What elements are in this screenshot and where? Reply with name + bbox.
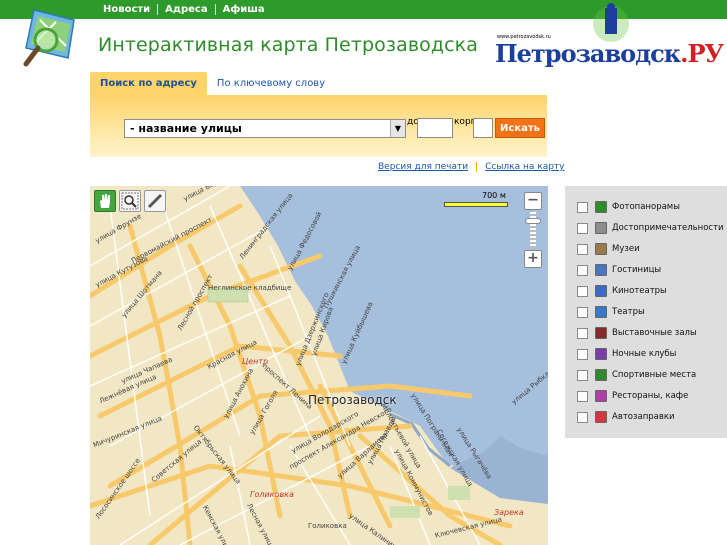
page-title: Интерактивная карта Петрозаводска [98,34,478,56]
top-nav: Новости Адреса Афиша [96,0,272,19]
layer-label: Театры [612,307,645,317]
layer-label: Достопримечательности [612,223,724,233]
map-label-golikovka-small: Голиковка [308,522,347,530]
layer-checkbox[interactable] [577,201,588,213]
nav-news[interactable]: Новости [96,4,157,15]
house-input[interactable] [417,118,453,138]
layer-item-restaurants[interactable]: Рестораны, кафе [577,389,688,403]
zoom-area-tool-button[interactable] [119,190,141,212]
map-links: Версия для печати Ссылка на карту [378,162,565,172]
map-scale-label: 700 м [482,191,506,200]
layer-checkbox[interactable] [577,369,588,381]
ruler-tool-button[interactable] [144,190,166,212]
layer-item-cinemas[interactable]: Кинотеатры [577,284,667,298]
layer-checkbox[interactable] [577,306,588,318]
link-separator [476,162,478,172]
city-map[interactable]: 700 м − + Неглинское кладбище улица Варк… [90,186,548,545]
zoom-slider-thumb[interactable] [525,218,541,224]
layer-label: Кинотеатры [612,286,667,296]
layer-checkbox[interactable] [577,348,588,360]
street-select-value: - название улицы [130,122,242,135]
museum-icon [595,243,607,255]
layer-checkbox[interactable] [577,411,588,423]
hand-tool-button[interactable] [94,190,116,212]
street-select[interactable]: - название улицы ▼ [124,119,406,138]
layer-label: Выставочные залы [612,328,697,338]
korpus-input[interactable] [473,118,493,138]
layer-label: Рестораны, кафе [612,391,689,401]
layer-label: Музеи [612,244,640,254]
site-logo[interactable]: www.petrozavodsk.ru Петрозаводск.РУ [493,2,724,72]
logo-name-suffix: РУ [687,39,724,68]
layer-checkbox[interactable] [577,243,588,255]
nightclub-icon [595,348,607,360]
layer-item-nightclubs[interactable]: Ночные клубы [577,347,676,361]
layer-checkbox[interactable] [577,327,588,339]
photo-panorama-icon [595,201,607,213]
hotel-icon [595,264,607,276]
layer-item-gas-stations[interactable]: Автозаправки [577,410,675,424]
layer-item-theatres[interactable]: Театры [577,305,645,319]
search-button[interactable]: Искать [495,118,545,138]
landmark-icon [595,222,607,234]
layer-checkbox[interactable] [577,222,588,234]
ruler-icon [147,193,163,209]
gas-station-icon [595,411,607,423]
zoom-area-icon [121,192,139,210]
map-label-zareka: Зарека [494,508,524,517]
logo-emblem-icon [593,3,629,42]
zoom-in-button[interactable]: + [524,250,542,268]
sport-icon [595,369,607,381]
hand-icon [100,194,110,208]
print-version-link[interactable]: Версия для печати [378,162,468,172]
layer-label: Ночные клубы [612,349,677,359]
layer-item-hotels[interactable]: Гостиницы [577,263,661,277]
layer-item-sports[interactable]: Спортивные места [577,368,696,382]
zoom-control: − + [524,192,542,268]
exhibition-icon [595,327,607,339]
layer-item-exhibition-halls[interactable]: Выставочные залы [577,326,697,340]
chevron-down-icon[interactable]: ▼ [390,120,405,137]
search-tabs: Поиск по адресу По ключевому слову [90,72,335,95]
layer-label: Фотопанорамы [612,202,680,212]
layer-label: Спортивные места [612,370,697,380]
map-link[interactable]: Ссылка на карту [485,162,564,172]
layer-item-landmarks[interactable]: Достопримечательности [577,221,724,235]
map-label-center: Центр [242,357,269,366]
layer-label: Гостиницы [612,265,662,275]
layer-checkbox[interactable] [577,390,588,402]
theatre-icon [595,306,607,318]
layer-checkbox[interactable] [577,264,588,276]
layer-item-museums[interactable]: Музеи [577,242,640,256]
logo-name-main: Петрозаводск [495,39,681,68]
cinema-icon [595,285,607,297]
search-panel: - название улицы ▼ дом корпус Искать [90,95,547,157]
zoom-out-button[interactable]: − [524,192,542,210]
restaurant-icon [595,390,607,402]
layer-label: Автозаправки [612,412,675,422]
map-scale-bar [444,202,508,207]
map-label-cemetery: Неглинское кладбище [208,284,292,292]
map-magnifier-icon [23,9,75,67]
nav-addresses[interactable]: Адреса [158,4,214,15]
tab-search-by-address[interactable]: Поиск по адресу [90,72,207,95]
tab-search-by-keyword[interactable]: По ключевому слову [207,72,335,95]
logo-text: Петрозаводск.РУ [495,39,724,68]
map-label-golikovka: Голиковка [250,490,294,499]
layer-item-photopanoramas[interactable]: Фотопанорамы [577,200,680,214]
layers-panel: Фотопанорамы Достопримечательности Музеи… [565,186,727,438]
layer-checkbox[interactable] [577,285,588,297]
nav-afisha[interactable]: Афиша [216,4,272,15]
map-label-city: Петрозаводск [308,393,397,407]
